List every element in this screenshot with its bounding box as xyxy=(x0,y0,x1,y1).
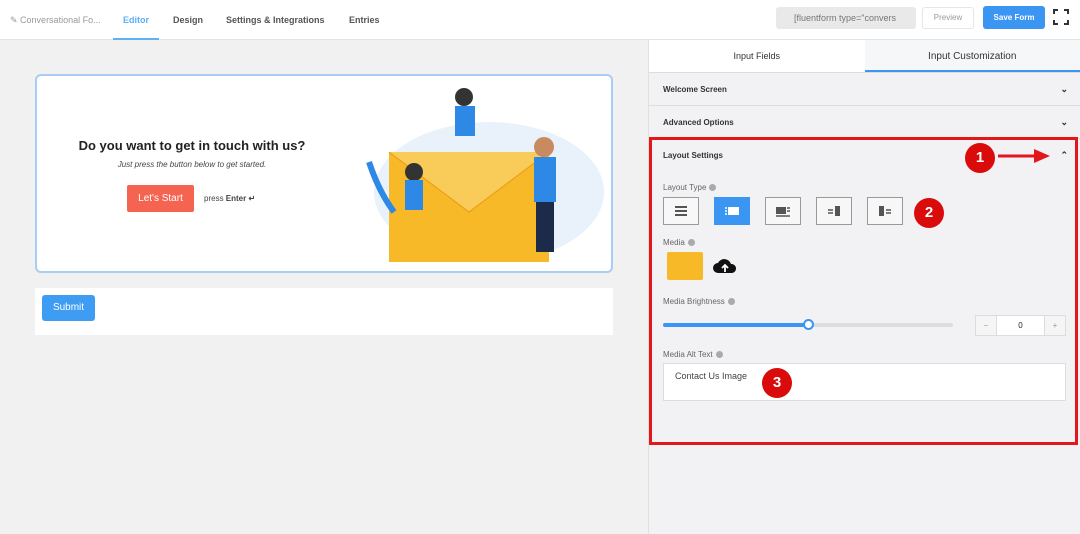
press-enter-hint: press Enter ↵ xyxy=(204,194,255,203)
shortcode-copy[interactable]: [fluentform type="convers xyxy=(776,7,916,29)
section-label: Advanced Options xyxy=(663,118,734,127)
chevron-down-icon: ⌄ xyxy=(1060,84,1068,94)
preview-button[interactable]: Preview xyxy=(922,7,974,29)
annotation-badge-3: 3 xyxy=(762,368,792,398)
tab-input-customization[interactable]: Input Customization xyxy=(864,40,1080,72)
annotation-badge-2: 2 xyxy=(914,198,944,228)
annotation-badge-1: 1 xyxy=(965,143,995,173)
chevron-down-icon: ⌄ xyxy=(1060,117,1068,127)
section-welcome-screen[interactable]: Welcome Screen ⌄ xyxy=(649,73,1080,106)
top-bar: ✎ Conversational Fo... Editor Design Set… xyxy=(0,0,1080,40)
press-text: press xyxy=(204,194,224,203)
welcome-subtitle: Just press the button below to get start… xyxy=(117,160,267,169)
tab-settings[interactable]: Settings & Integrations xyxy=(226,0,325,40)
section-advanced-options[interactable]: Advanced Options ⌄ xyxy=(649,106,1080,139)
lets-start-button[interactable]: Let's Start xyxy=(127,185,194,212)
form-submit-area: Submit xyxy=(35,288,613,335)
tab-design[interactable]: Design xyxy=(173,0,203,40)
welcome-screen-card[interactable]: Do you want to get in touch with us? Jus… xyxy=(35,74,613,273)
fullscreen-icon[interactable] xyxy=(1053,9,1069,25)
tab-entries[interactable]: Entries xyxy=(349,0,380,40)
form-name-label: Conversational Fo... xyxy=(20,15,101,25)
section-label: Welcome Screen xyxy=(663,85,727,94)
tab-editor[interactable]: Editor xyxy=(113,0,159,40)
annotation-arrow-icon xyxy=(998,149,1050,163)
form-name[interactable]: ✎ Conversational Fo... xyxy=(10,0,101,40)
enter-key: Enter ↵ xyxy=(225,194,256,203)
contact-illustration xyxy=(366,88,604,262)
save-form-button[interactable]: Save Form xyxy=(983,6,1045,29)
submit-button[interactable]: Submit xyxy=(42,295,95,321)
tab-input-fields[interactable]: Input Fields xyxy=(649,40,865,72)
annotation-highlight-box xyxy=(649,137,1078,445)
welcome-question: Do you want to get in touch with us? xyxy=(78,138,306,153)
